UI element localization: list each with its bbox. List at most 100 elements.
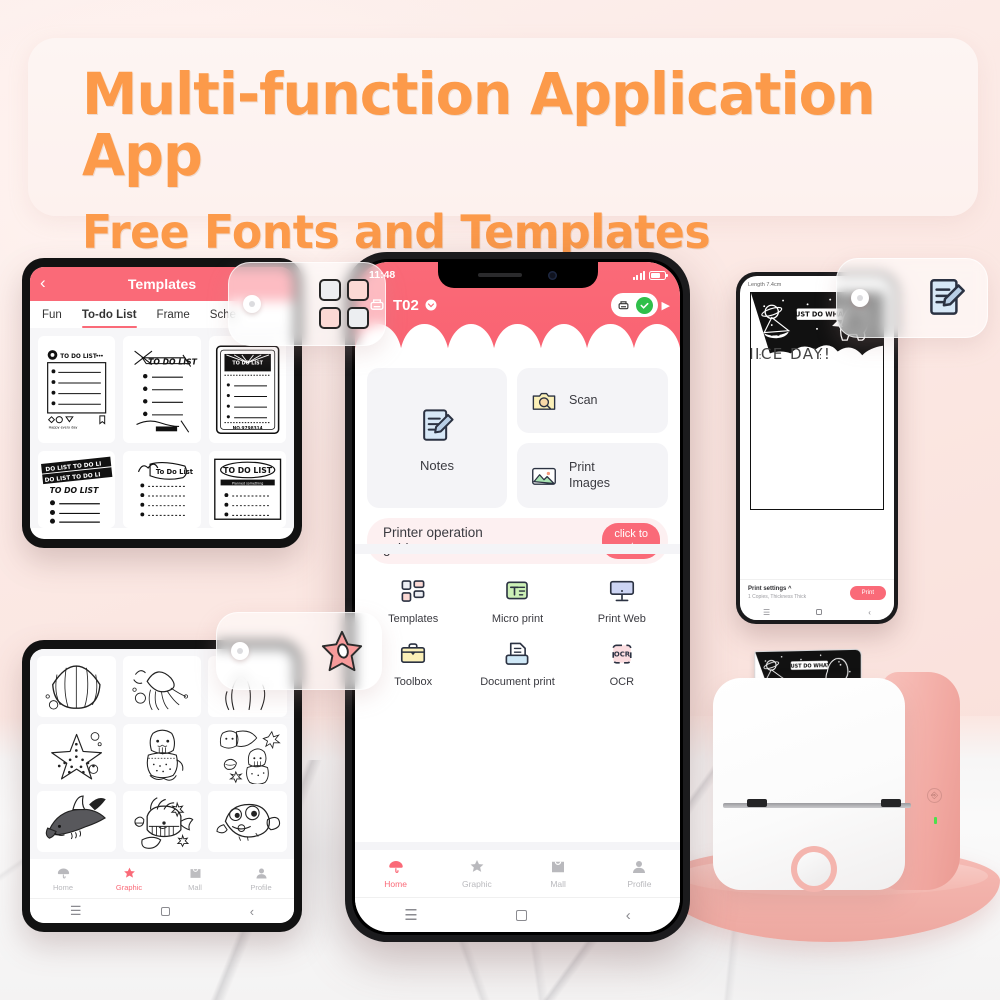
preview-footer[interactable]: Print settings ^ 1 Copies, Thickness Thi…: [740, 579, 894, 620]
print-images-card[interactable]: Print Images: [517, 443, 668, 508]
tab-fun[interactable]: Fun: [42, 309, 62, 328]
nav-graphic-label: Graphic: [461, 879, 492, 889]
chevron-left-icon[interactable]: ‹: [40, 273, 46, 293]
home-square-icon[interactable]: [161, 906, 171, 916]
tab-frame[interactable]: Frame: [157, 309, 190, 328]
back-chevron-icon[interactable]: ‹: [626, 907, 631, 924]
notes-edit-icon: [930, 279, 965, 315]
svg-text:TO DO LIST: TO DO LIST: [50, 487, 100, 496]
preview-system-nav[interactable]: ☰ ‹: [740, 604, 894, 620]
nav-graphic[interactable]: Graphic: [96, 859, 162, 898]
template-thumb-6[interactable]: TO DO LIST Planned something: [208, 451, 286, 528]
badge-knob: [851, 289, 869, 307]
sticker-pufferfish[interactable]: [208, 791, 287, 852]
sticker-shell[interactable]: [37, 656, 116, 717]
chevron-up-icon[interactable]: ^: [788, 586, 792, 592]
device-bar[interactable]: T02 ▶: [355, 290, 680, 320]
notes-badge[interactable]: [836, 258, 988, 338]
home-icon: [57, 868, 69, 878]
template-thumb-5[interactable]: To Do List: [123, 451, 201, 528]
print-settings-row[interactable]: Print settings ^ 1 Copies, Thickness Thi…: [740, 580, 894, 604]
print-images-icon: [532, 467, 556, 485]
device-name: T02: [393, 296, 419, 314]
graphic-bottom-nav[interactable]: Home Graphic Mall Profile ☰ ‹: [30, 859, 294, 923]
nav-home[interactable]: Home: [355, 850, 436, 897]
nav-profile[interactable]: Profile: [599, 850, 680, 897]
nav-profile[interactable]: Profile: [228, 859, 294, 898]
printer-outline-icon: [370, 299, 384, 310]
tool-micro-print-label: Micro print: [491, 613, 544, 625]
sticker-starfish[interactable]: [37, 723, 116, 785]
nav-mall[interactable]: Mall: [518, 850, 599, 897]
print-button[interactable]: Print: [849, 586, 886, 600]
tool-print-web[interactable]: Print Web: [570, 576, 674, 625]
home-square-icon[interactable]: [516, 909, 528, 921]
print-settings-text: Print settings ^ 1 Copies, Thickness Thi…: [748, 586, 806, 600]
svg-text:Planned something: Planned something: [232, 482, 263, 486]
svg-text:NO.9798314: NO.9798314: [232, 425, 262, 431]
sticker-walrus[interactable]: [122, 723, 202, 785]
connected-device[interactable]: T02: [367, 295, 437, 315]
tool-document-print[interactable]: Document print: [465, 639, 569, 688]
svg-text:Happy every day: Happy every day: [49, 425, 78, 429]
template-thumb-1[interactable]: TO DO LIST ••• Happy every day: [38, 336, 116, 444]
expand-right-icon[interactable]: ▶: [662, 299, 670, 312]
nav-profile-label: Profile: [627, 879, 652, 889]
tools-grid: Templates Micro print Print Web Toolbox …: [355, 562, 680, 702]
home-system-nav[interactable]: ☰ ‹: [355, 898, 680, 932]
printer-status-pill[interactable]: [610, 293, 658, 317]
template-thumb-2[interactable]: TO DO LIST: [123, 336, 201, 444]
printer-icon: [618, 300, 628, 309]
sticker-shark[interactable]: [37, 791, 116, 852]
toolbox-icon: [401, 643, 426, 663]
home-bottom-nav[interactable]: Home Graphic Mall Profile ☰ ‹: [355, 842, 680, 932]
document-print-icon: [506, 642, 529, 665]
device-status-group[interactable]: ▶: [610, 293, 670, 317]
printer-guide-banner[interactable]: Printer operation guide click to enter: [367, 518, 668, 564]
svg-text:TO DO LIST: TO DO LIST: [60, 354, 97, 360]
menu-icon[interactable]: ☰: [404, 906, 417, 924]
graphic-system-nav[interactable]: ☰ ‹: [30, 899, 294, 923]
badge-knob: [231, 642, 249, 660]
paper-slot: [723, 799, 911, 808]
printer-power-button[interactable]: [791, 846, 837, 892]
nav-mall[interactable]: Mall: [162, 859, 228, 898]
front-camera: [548, 270, 557, 280]
template-thumb-4[interactable]: DO LIST TO DO LI DO LIST TO DO LI TO DO …: [38, 451, 116, 528]
scan-card[interactable]: Scan: [517, 368, 668, 433]
template-thumb-3[interactable]: TO DO LIST NO.9798314: [208, 336, 286, 444]
headline-primary: Multi-function Application App: [82, 60, 876, 189]
tab-todo-list[interactable]: To-do List: [81, 309, 137, 328]
tool-micro-print[interactable]: Micro print: [465, 576, 569, 625]
nav-graphic[interactable]: Graphic: [436, 850, 517, 897]
home-screen: 11:48 T02 ▶ Notes Scan Print Images Prin…: [355, 262, 680, 932]
home-nav-items[interactable]: Home Graphic Mall Profile: [355, 850, 680, 898]
back-chevron-icon[interactable]: ‹: [868, 608, 871, 617]
svg-text::: :: [759, 351, 762, 362]
notes-icon: [423, 408, 454, 441]
notes-card[interactable]: Notes: [367, 368, 508, 508]
signal-bars-icon: [632, 270, 645, 280]
menu-icon[interactable]: ☰: [70, 903, 82, 919]
nav-home[interactable]: Home: [30, 859, 96, 898]
graphic-nav-items[interactable]: Home Graphic Mall Profile: [30, 859, 294, 899]
power-icon[interactable]: ⎆: [927, 788, 942, 803]
svg-text:To Do List: To Do List: [156, 468, 194, 476]
svg-text:•••: •••: [96, 353, 104, 360]
status-indicators: [632, 270, 668, 280]
feature-row: Notes Scan Print Images: [367, 368, 668, 508]
profile-person-icon: [633, 861, 646, 873]
profile-person-icon: [256, 868, 266, 878]
sticker-jellyfish[interactable]: [122, 656, 202, 717]
menu-icon[interactable]: ☰: [763, 608, 770, 617]
sticker-walrus-duo[interactable]: [208, 723, 287, 785]
tool-ocr[interactable]: OCR OCR: [570, 639, 674, 688]
back-chevron-icon[interactable]: ‹: [250, 904, 254, 919]
print-settings-title: Print settings ^: [748, 586, 792, 592]
graphic-badge[interactable]: [216, 612, 382, 690]
sticker-whale[interactable]: [122, 791, 202, 852]
nav-mall-label: Mall: [188, 882, 202, 892]
main-phone[interactable]: 11:48 T02 ▶ Notes Scan Print Images Prin…: [345, 252, 690, 942]
home-square-icon[interactable]: [816, 609, 823, 615]
tool-templates[interactable]: Templates: [361, 576, 465, 625]
